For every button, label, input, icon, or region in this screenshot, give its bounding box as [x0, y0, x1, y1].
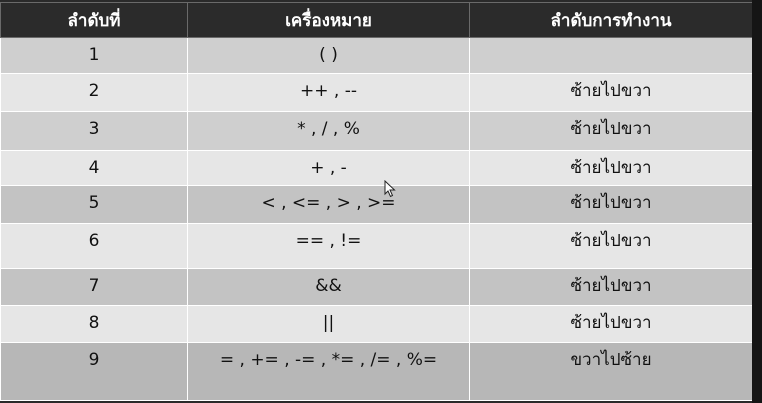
associativity-cell: ซ้ายไปขวา	[469, 111, 753, 151]
associativity-cell: ซ้ายไปขวา	[469, 305, 753, 343]
associativity-cell: ขวาไปซ้าย	[469, 342, 753, 401]
associativity-cell	[469, 37, 753, 74]
right-edge	[752, 0, 762, 403]
rank-cell: 6	[0, 223, 188, 269]
table-row: 2 ++ , -- ซ้ายไปขวา	[0, 73, 753, 112]
header-operator: เครื่องหมาย	[187, 2, 470, 38]
rank-cell: 8	[0, 305, 188, 343]
header-associativity: ลำดับการทำงาน	[469, 2, 753, 38]
table-row: 6 == , != ซ้ายไปขวา	[0, 223, 753, 269]
operator-cell: * , / , %	[187, 111, 470, 151]
associativity-cell: ซ้ายไปขวา	[469, 185, 753, 224]
associativity-cell: ซ้ายไปขวา	[469, 223, 753, 269]
table-row: 7 && ซ้ายไปขวา	[0, 268, 753, 306]
rank-cell: 3	[0, 111, 188, 151]
slide-frame: ลำดับที่ เครื่องหมาย ลำดับการทำงาน 1 ( )…	[0, 0, 753, 403]
associativity-cell: ซ้ายไปขวา	[469, 73, 753, 112]
table-row: 5 < , <= , > , >= ซ้ายไปขวา	[0, 185, 753, 224]
header-rank: ลำดับที่	[0, 2, 188, 38]
operator-cell: ++ , --	[187, 73, 470, 112]
table-row: 3 * , / , % ซ้ายไปขวา	[0, 111, 753, 151]
operator-cell: + , -	[187, 150, 470, 186]
operator-cell: ( )	[187, 37, 470, 74]
associativity-cell: ซ้ายไปขวา	[469, 150, 753, 186]
operator-cell: == , !=	[187, 223, 470, 269]
rank-cell: 7	[0, 268, 188, 306]
table-row: 9 = , += , -= , *= , /= , %= ขวาไปซ้าย	[0, 342, 753, 401]
rank-cell: 5	[0, 185, 188, 224]
operator-cell: ||	[187, 305, 470, 343]
rank-cell: 2	[0, 73, 188, 112]
table-row: 8 || ซ้ายไปขวา	[0, 305, 753, 343]
operator-cell: < , <= , > , >=	[187, 185, 470, 224]
rank-cell: 4	[0, 150, 188, 186]
rank-cell: 1	[0, 37, 188, 74]
header-row: ลำดับที่ เครื่องหมาย ลำดับการทำงาน	[0, 2, 753, 38]
operator-cell: &&	[187, 268, 470, 306]
rank-cell: 9	[0, 342, 188, 401]
table-row: 4 + , - ซ้ายไปขวา	[0, 150, 753, 186]
operator-precedence-table: ลำดับที่ เครื่องหมาย ลำดับการทำงาน 1 ( )…	[0, 2, 753, 401]
mouse-pointer-icon	[384, 180, 396, 198]
operator-cell: = , += , -= , *= , /= , %=	[187, 342, 470, 401]
table-row: 1 ( )	[0, 37, 753, 74]
associativity-cell: ซ้ายไปขวา	[469, 268, 753, 306]
